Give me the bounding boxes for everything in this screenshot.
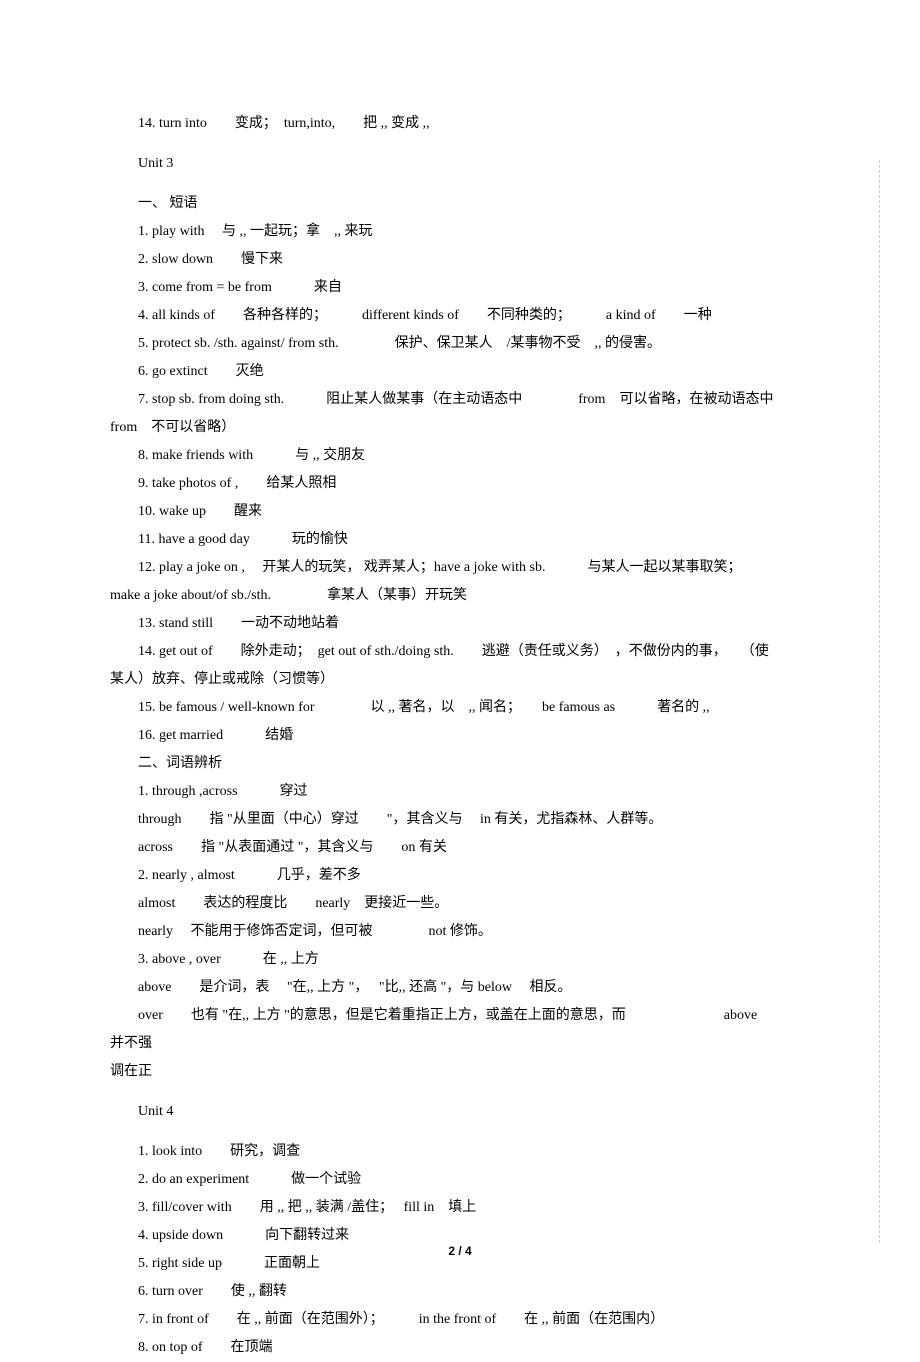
- text-line: 2. nearly , almost 几乎，差不多: [110, 862, 790, 890]
- text-line: 6. go extinct 灭绝: [110, 358, 790, 386]
- text-line: 5. protect sb. /sth. against/ from sth. …: [110, 330, 790, 358]
- text-line: 3. above , over 在 ,, 上方: [110, 946, 790, 974]
- blank-line: [110, 1086, 790, 1098]
- page-edge-decoration: [879, 160, 880, 1243]
- text-line: 一、 短语: [110, 190, 790, 218]
- text-line: 15. be famous / well-known for 以 ,, 著名，以…: [110, 694, 790, 722]
- text-line: 某人）放弃、停止或戒除（习惯等）: [110, 666, 790, 694]
- text-line: almost 表达的程度比 nearly 更接近一些。: [110, 890, 790, 918]
- text-line: 11. have a good day 玩的愉快: [110, 526, 790, 554]
- text-line: Unit 3: [110, 150, 790, 178]
- text-line: nearly 不能用于修饰否定词，但可被 not 修饰。: [110, 918, 790, 946]
- text-line: 14. get out of 除外走动； get out of sth./doi…: [110, 638, 790, 666]
- page-content: 14. turn into 变成； turn,into, 把 ,, 变成 ,, U…: [110, 110, 790, 1362]
- blank-line: [110, 138, 790, 150]
- text-line: 7. stop sb. from doing sth. 阻止某人做某事（在主动语…: [110, 386, 790, 414]
- text-line: 14. turn into 变成； turn,into, 把 ,, 变成 ,,: [110, 110, 790, 138]
- text-line: Unit 4: [110, 1098, 790, 1126]
- text-line: 二、词语辨析: [110, 750, 790, 778]
- text-line: 1. look into 研究，调查: [110, 1138, 790, 1166]
- text-line: 16. get married 结婚: [110, 722, 790, 750]
- text-line: 4. all kinds of 各种各样的； different kinds o…: [110, 302, 790, 330]
- text-line: 13. stand still 一动不动地站着: [110, 610, 790, 638]
- text-line: through 指 "从里面（中心）穿过 "，其含义与 in 有关，尤指森林、人…: [110, 806, 790, 834]
- text-line: from 不可以省略）: [110, 414, 790, 442]
- text-line: make a joke about/of sb./sth. 拿某人（某事）开玩笑: [110, 582, 790, 610]
- text-line: over 也有 "在,, 上方 "的意思，但是它着重指正上方，或盖在上面的意思，…: [110, 1002, 790, 1058]
- text-line: 8. make friends with 与 ,, 交朋友: [110, 442, 790, 470]
- text-line: 8. on top of 在顶端: [110, 1334, 790, 1362]
- blank-line: [110, 178, 790, 190]
- text-line: 3. come from = be from 来自: [110, 274, 790, 302]
- text-line: across 指 "从表面通过 "，其含义与 on 有关: [110, 834, 790, 862]
- page-footer: 2 / 4: [0, 1239, 920, 1263]
- text-line: 6. turn over 使 ,, 翻转: [110, 1278, 790, 1306]
- text-line: 3. fill/cover with 用 ,, 把 ,, 装满 /盖住； fil…: [110, 1194, 790, 1222]
- text-line: 7. in front of 在 ,, 前面（在范围外）； in the fro…: [110, 1306, 790, 1334]
- text-line: above 是介词，表 "在,, 上方 "， "比,, 还高 "，与 below…: [110, 974, 790, 1002]
- text-line: 1. play with 与 ,, 一起玩；拿 ,, 来玩: [110, 218, 790, 246]
- text-line: 12. play a joke on , 开某人的玩笑， 戏弄某人；have a…: [110, 554, 790, 582]
- text-line: 调在正: [110, 1058, 790, 1086]
- text-line: 2. slow down 慢下来: [110, 246, 790, 274]
- document-page: 14. turn into 变成； turn,into, 把 ,, 变成 ,, U…: [0, 0, 920, 1303]
- blank-line: [110, 1126, 790, 1138]
- text-line: 2. do an experiment 做一个试验: [110, 1166, 790, 1194]
- text-line: 9. take photos of , 给某人照相: [110, 470, 790, 498]
- text-line: 10. wake up 醒来: [110, 498, 790, 526]
- text-line: 1. through ,across 穿过: [110, 778, 790, 806]
